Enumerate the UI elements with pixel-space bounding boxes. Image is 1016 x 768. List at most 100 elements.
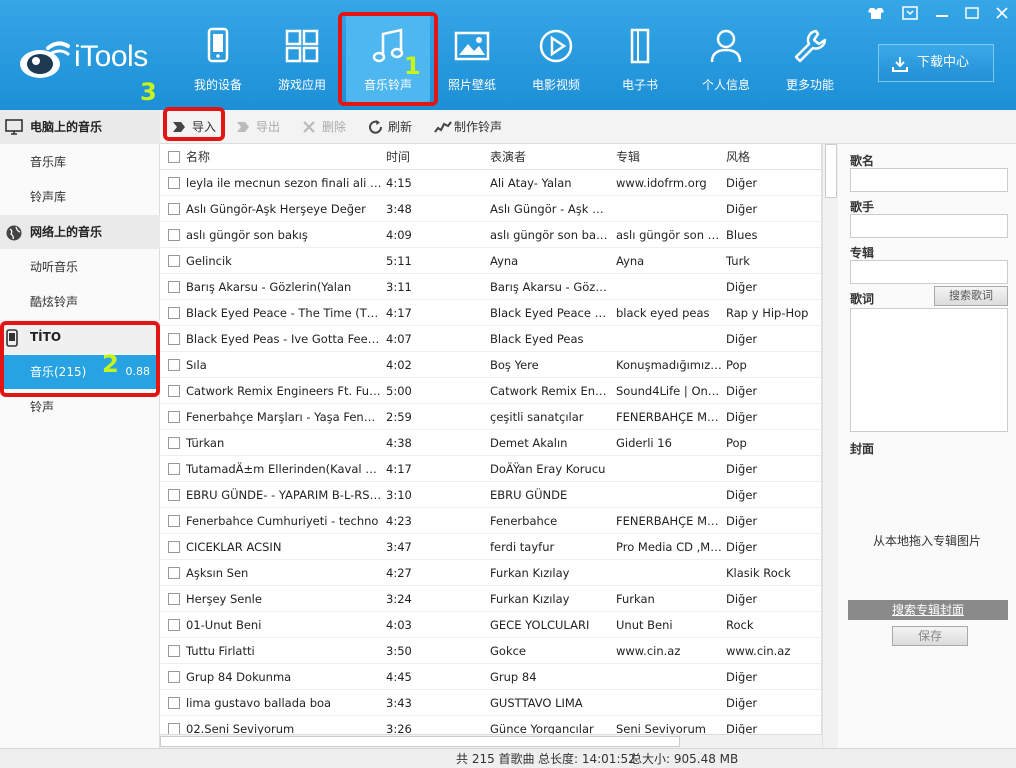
search-lyrics-button[interactable]: 搜索歌词 bbox=[934, 286, 1008, 306]
row-checkbox[interactable] bbox=[168, 567, 180, 579]
maximize-icon[interactable] bbox=[962, 6, 982, 20]
nav-games-apps[interactable]: 游戏应用 bbox=[260, 16, 344, 102]
table-row[interactable]: Sıla 4:02 Boş Yere Konuşmadığımız ... Pop bbox=[160, 352, 821, 378]
device-icon bbox=[207, 27, 229, 63]
sidebar-item-music-library[interactable]: 音乐库 bbox=[0, 145, 160, 179]
refresh-button[interactable]: 刷新 bbox=[366, 110, 412, 144]
table-row[interactable]: Tuttu Firlatti 3:50 Gokce www.cin.az www.cin… bbox=[160, 638, 821, 664]
table-row[interactable]: Gelincik 5:11 Ayna Ayna Turk bbox=[160, 248, 821, 274]
table-row[interactable]: Fenerbahçe Marşları - Yaşa Fenerb... 2:59… bbox=[160, 404, 821, 430]
table-row[interactable]: leyla ile mecnun sezon finali ali ata...… bbox=[160, 170, 821, 196]
cell-name: Tuttu Firlatti bbox=[186, 644, 255, 658]
cell-name: Gelincik bbox=[186, 254, 232, 268]
table-row[interactable]: Aşksın Sen 4:27 Furkan Kızılay Klasik Rock bbox=[160, 560, 821, 586]
nav-movies-videos[interactable]: 电影视频 bbox=[514, 16, 598, 102]
scrollbar-thumb[interactable] bbox=[160, 736, 680, 747]
row-checkbox[interactable] bbox=[168, 411, 180, 423]
column-header-album[interactable]: 专辑 bbox=[616, 144, 640, 170]
column-header-name[interactable]: 名称 bbox=[186, 144, 210, 170]
artist-input[interactable] bbox=[850, 214, 1008, 238]
row-checkbox[interactable] bbox=[168, 489, 180, 501]
column-header-time[interactable]: 时间 bbox=[386, 144, 410, 170]
row-checkbox[interactable] bbox=[168, 229, 180, 241]
row-checkbox[interactable] bbox=[168, 463, 180, 475]
horizontal-scrollbar[interactable] bbox=[160, 734, 822, 748]
column-header-genre[interactable]: 风格 bbox=[726, 144, 750, 170]
cell-artist: Black Eyed Peace - T... bbox=[490, 306, 610, 320]
cell-artist: Furkan Kızılay bbox=[490, 592, 570, 606]
row-checkbox[interactable] bbox=[168, 333, 180, 345]
sidebar-item-cool-ringtones[interactable]: 酷炫铃声 bbox=[0, 285, 160, 319]
cover-drop-zone[interactable]: 从本地拖入专辑图片 bbox=[838, 532, 1016, 549]
table-row[interactable]: TutamadÄ±m Ellerinden(Kaval ver... 4:17 Do… bbox=[160, 456, 821, 482]
table-row[interactable]: Fenerbahce Cumhuriyeti - techno 4:23 Fene… bbox=[160, 508, 821, 534]
row-checkbox[interactable] bbox=[168, 437, 180, 449]
minimize-icon[interactable] bbox=[932, 6, 952, 20]
column-header-artist[interactable]: 表演者 bbox=[490, 144, 526, 170]
cover-label: 封面 bbox=[850, 442, 875, 456]
lyrics-textarea[interactable] bbox=[850, 308, 1008, 432]
table-row[interactable]: Barış Akarsu - Gözlerin(Yalan 3:11 Barış A… bbox=[160, 274, 821, 300]
nav-my-device[interactable]: 我的设备 bbox=[176, 16, 260, 102]
table-row[interactable]: EBRU GÜNDE- - YAPARIM B-L-RS-N 3:10 EBRU G… bbox=[160, 482, 821, 508]
search-cover-button[interactable]: 搜索专辑封面 bbox=[848, 600, 1008, 620]
row-checkbox[interactable] bbox=[168, 541, 180, 553]
sidebar-item-ringtone-library[interactable]: 铃声库 bbox=[0, 180, 160, 214]
row-checkbox[interactable] bbox=[168, 385, 180, 397]
vertical-scrollbar[interactable] bbox=[822, 144, 838, 748]
sidebar-item-online-music[interactable]: 动听音乐 bbox=[0, 250, 160, 284]
cell-genre: Diğer bbox=[726, 670, 758, 684]
menu-icon[interactable] bbox=[900, 6, 920, 20]
row-checkbox[interactable] bbox=[168, 697, 180, 709]
sidebar-section-online-music[interactable]: 网络上的音乐 bbox=[0, 215, 160, 249]
nav-ebooks[interactable]: 电子书 bbox=[598, 16, 682, 102]
scrollbar-thumb[interactable] bbox=[825, 144, 837, 198]
cell-artist: Aslı Güngör - Aşk He... bbox=[490, 202, 610, 216]
nav-more-features[interactable]: 更多功能 bbox=[768, 16, 852, 102]
make-ringtone-button[interactable]: 制作铃声 bbox=[432, 110, 502, 144]
nav-photos-wallpapers[interactable]: 照片壁纸 bbox=[430, 16, 514, 102]
download-center-button[interactable]: 下载中心 bbox=[878, 44, 994, 82]
cell-name: Herşey Senle bbox=[186, 592, 262, 606]
table-row[interactable]: Herşey Senle 3:24 Furkan Kızılay Furkan Diğe… bbox=[160, 586, 821, 612]
row-checkbox[interactable] bbox=[168, 515, 180, 527]
select-all-checkbox[interactable] bbox=[168, 151, 180, 163]
cell-album bbox=[616, 560, 722, 586]
cell-time: 4:07 bbox=[386, 332, 412, 346]
delete-button[interactable]: 删除 bbox=[300, 110, 346, 144]
table-row[interactable]: Türkan 4:38 Demet Akalın Giderli 16 Pop bbox=[160, 430, 821, 456]
table-row[interactable]: Aslı Güngör-Aşk Herşeye Değer 3:48 Aslı Gü… bbox=[160, 196, 821, 222]
play-icon bbox=[539, 29, 573, 63]
table-row[interactable]: Black Eyed Peas - Ive Gotta Feeling ... 4… bbox=[160, 326, 821, 352]
row-checkbox[interactable] bbox=[168, 359, 180, 371]
row-checkbox[interactable] bbox=[168, 281, 180, 293]
row-checkbox[interactable] bbox=[168, 671, 180, 683]
table-row[interactable]: 01-Unut Beni 4:03 GECE YOLCULARI Unut Beni R… bbox=[160, 612, 821, 638]
row-checkbox[interactable] bbox=[168, 645, 180, 657]
row-checkbox[interactable] bbox=[168, 255, 180, 267]
table-row[interactable]: Grup 84 Dokunma 4:45 Grup 84 Diğer bbox=[160, 664, 821, 690]
nav-personal-info[interactable]: 个人信息 bbox=[684, 16, 768, 102]
row-checkbox[interactable] bbox=[168, 177, 180, 189]
table-row[interactable]: Catwork Remix Engineers Ft. Funda... 5:00… bbox=[160, 378, 821, 404]
skin-icon[interactable] bbox=[866, 6, 886, 20]
table-row[interactable]: Black Eyed Peace - The Time (The ... 4:17… bbox=[160, 300, 821, 326]
cell-genre: Diğer bbox=[726, 592, 758, 606]
cell-artist: GECE YOLCULARI bbox=[490, 618, 590, 632]
sidebar-section-pc-music[interactable]: 电脑上的音乐 bbox=[0, 110, 160, 144]
close-icon[interactable] bbox=[992, 6, 1012, 20]
table-row[interactable]: CICEKLAR ACSIN 3:47 ferdi tayfur Pro Media … bbox=[160, 534, 821, 560]
export-button[interactable]: 导出 bbox=[234, 110, 280, 144]
row-checkbox[interactable] bbox=[168, 307, 180, 319]
cell-time: 4:09 bbox=[386, 228, 412, 242]
row-checkbox[interactable] bbox=[168, 593, 180, 605]
row-checkbox[interactable] bbox=[168, 619, 180, 631]
table-row[interactable]: lima gustavo ballada boa 3:43 GUSTTAVO LIM… bbox=[160, 690, 821, 716]
album-input[interactable] bbox=[850, 260, 1008, 284]
song-name-input[interactable] bbox=[850, 168, 1008, 192]
table-row[interactable]: aslı güngör son bakış 4:09 aslı güngör son… bbox=[160, 222, 821, 248]
cell-album bbox=[616, 456, 722, 482]
save-button[interactable]: 保存 bbox=[892, 626, 968, 646]
cell-name: EBRU GÜNDE- - YAPARIM B-L-RS-N bbox=[186, 488, 382, 502]
row-checkbox[interactable] bbox=[168, 203, 180, 215]
